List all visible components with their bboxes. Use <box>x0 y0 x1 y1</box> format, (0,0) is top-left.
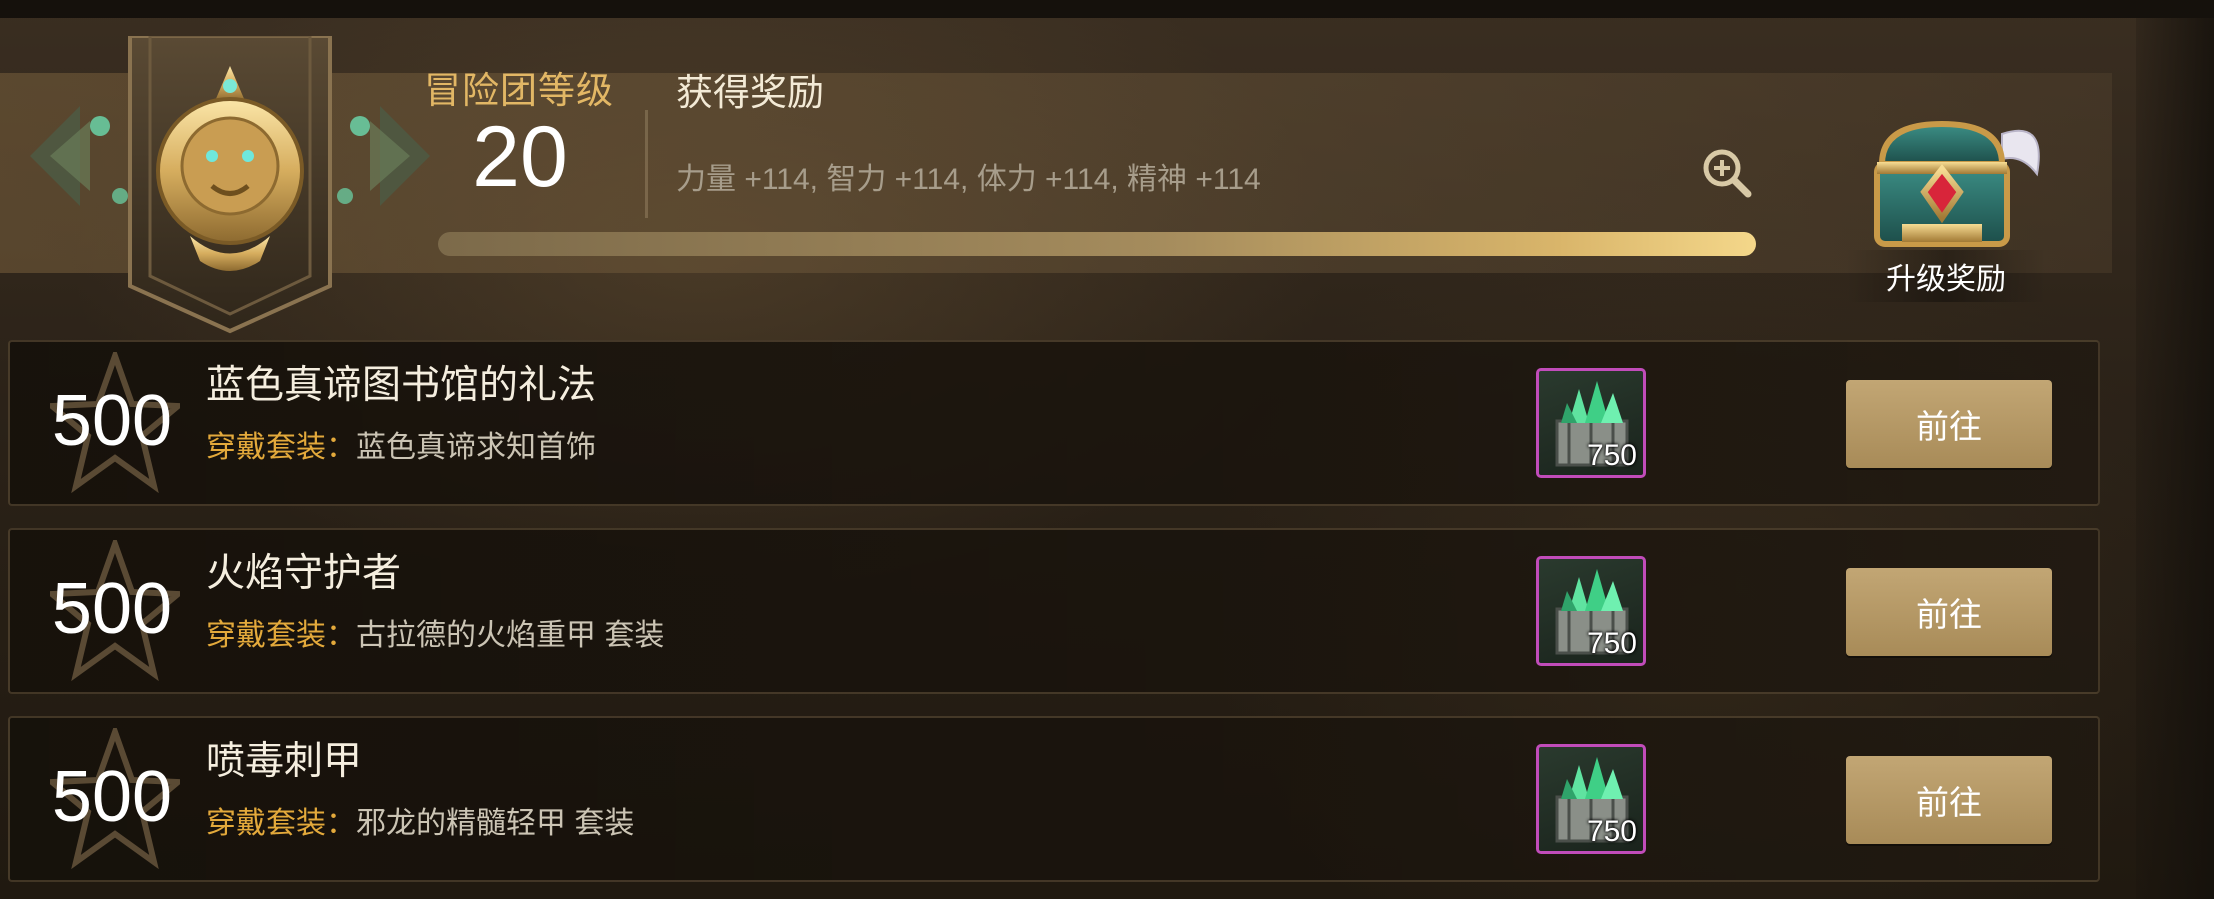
achievement-points: 500 <box>51 569 173 649</box>
reward-stats: 力量 +114, 智力 +114, 体力 +114, 精神 +114 <box>676 163 1261 196</box>
adventure-level-value: 20 <box>472 109 568 205</box>
equip-set-line: 穿戴套装：邪龙的精髓轻甲 套装 <box>206 798 634 842</box>
list-item: 500 蓝色真谛图书馆的礼法 穿戴套装：蓝色真谛求知首饰 750 前往 <box>8 340 2100 506</box>
equip-set-line: 穿戴套装：蓝色真谛求知首饰 <box>206 422 596 466</box>
equip-set-label: 穿戴套装： <box>206 807 356 840</box>
level-progress-fill <box>438 232 1756 256</box>
equip-set-value: 邪龙的精髓轻甲 套装 <box>356 807 635 840</box>
item-quantity: 750 <box>1586 815 1637 848</box>
right-edge-shadow <box>2136 18 2214 899</box>
achievement-points: 500 <box>51 757 173 837</box>
achievement-title: 蓝色真谛图书馆的礼法 <box>206 364 597 407</box>
adventure-level-label: 冒险团等级 <box>424 70 614 111</box>
item-quantity: 750 <box>1586 439 1637 472</box>
equip-set-label: 穿戴套装： <box>206 619 356 652</box>
equip-set-value: 古拉德的火焰重甲 套装 <box>356 619 665 652</box>
achievement-title: 喷毒刺甲 <box>206 740 363 783</box>
go-button[interactable]: 前往 <box>1846 756 2052 844</box>
adventure-level-header: 冒险团等级 20 获得奖励 力量 +114, 智力 +114, 体力 +114,… <box>0 18 2136 334</box>
top-bar <box>0 0 2214 18</box>
go-button[interactable]: 前往 <box>1846 568 2052 656</box>
upgrade-reward-label[interactable]: 升级奖励 <box>1846 250 2046 302</box>
zoom-in-icon[interactable] <box>1700 146 1754 200</box>
reward-item-slot[interactable]: 750 <box>1536 556 1646 666</box>
equip-set-value: 蓝色真谛求知首饰 <box>356 431 596 464</box>
item-quantity: 750 <box>1586 627 1637 660</box>
go-button[interactable]: 前往 <box>1846 380 2052 468</box>
header-divider <box>645 110 648 218</box>
reward-label: 获得奖励 <box>676 72 824 113</box>
reward-item-slot[interactable]: 750 <box>1536 744 1646 854</box>
achievement-points: 500 <box>51 381 173 461</box>
list-item: 500 火焰守护者 穿戴套装：古拉德的火焰重甲 套装 750 前往 <box>8 528 2100 694</box>
equip-set-line: 穿戴套装：古拉德的火焰重甲 套装 <box>206 610 664 654</box>
reward-item-slot[interactable]: 750 <box>1536 368 1646 478</box>
level-progress-bar <box>438 232 1756 256</box>
treasure-chest-icon[interactable] <box>1852 114 2052 264</box>
equip-set-label: 穿戴套装： <box>206 431 356 464</box>
lion-crest-icon <box>20 36 440 336</box>
achievement-title: 火焰守护者 <box>206 552 402 595</box>
list-item: 500 喷毒刺甲 穿戴套装：邪龙的精髓轻甲 套装 750 前往 <box>8 716 2100 882</box>
